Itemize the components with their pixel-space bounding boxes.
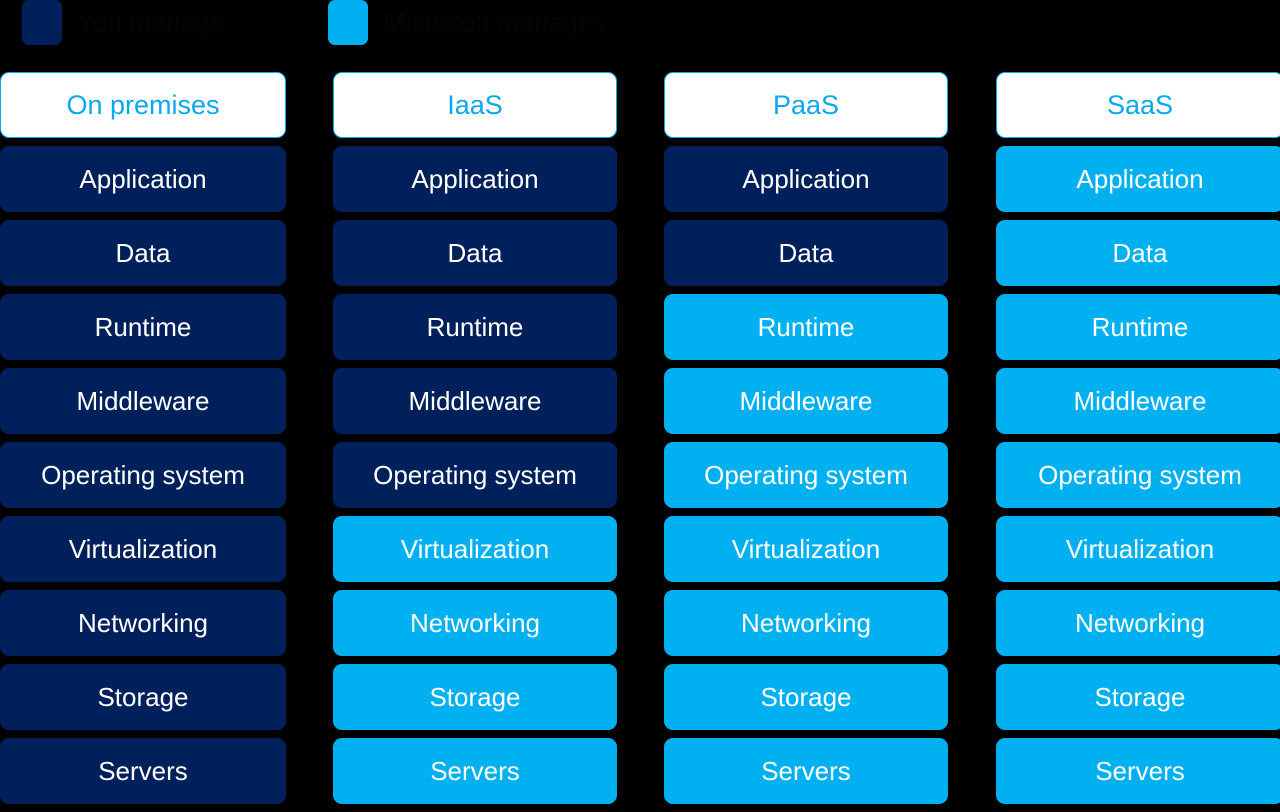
layer-label: Runtime xyxy=(1091,312,1189,342)
layer-label: Virtualization xyxy=(68,534,218,564)
layer-cell-data[interactable]: Data xyxy=(0,220,286,286)
layer-cell-networking[interactable]: Networking xyxy=(996,590,1280,656)
layer-cell-runtime[interactable]: Runtime xyxy=(664,294,948,360)
column-on-premises: On premises Application Data Runtime Mid… xyxy=(0,72,286,812)
layer-label: Runtime xyxy=(757,312,855,342)
service-model-columns: On premises Application Data Runtime Mid… xyxy=(0,72,1280,812)
layer-label: Middleware xyxy=(739,386,873,416)
column-saas: SaaS Application Data Runtime Middleware… xyxy=(996,72,1280,812)
layer-cell-operating-system[interactable]: Operating system xyxy=(0,442,286,508)
layer-cell-servers[interactable]: Servers xyxy=(333,738,617,804)
layer-cell-storage[interactable]: Storage xyxy=(0,664,286,730)
layer-label: Data xyxy=(1112,238,1168,268)
layer-label: Middleware xyxy=(408,386,542,416)
layer-cell-virtualization[interactable]: Virtualization xyxy=(664,516,948,582)
column-iaas: IaaS Application Data Runtime Middleware… xyxy=(333,72,617,812)
layer-cell-middleware[interactable]: Middleware xyxy=(996,368,1280,434)
layer-cell-runtime[interactable]: Runtime xyxy=(996,294,1280,360)
layer-label: Application xyxy=(79,164,207,194)
layer-cell-virtualization[interactable]: Virtualization xyxy=(333,516,617,582)
layer-cell-servers[interactable]: Servers xyxy=(0,738,286,804)
layer-label: Virtualization xyxy=(400,534,550,564)
layer-cell-application[interactable]: Application xyxy=(664,146,948,212)
cloud-responsibility-diagram: You manage Microsoft manages On premises… xyxy=(0,0,1280,805)
column-header-iaas[interactable]: IaaS xyxy=(333,72,617,138)
layer-label: Operating system xyxy=(373,460,577,490)
layer-cell-storage[interactable]: Storage xyxy=(996,664,1280,730)
layer-label: Networking xyxy=(1074,608,1206,638)
layer-label: Networking xyxy=(77,608,209,638)
legend-label-provider-manages: Microsoft manages xyxy=(384,7,606,37)
layer-cell-middleware[interactable]: Middleware xyxy=(664,368,948,434)
layer-label: Data xyxy=(447,238,503,268)
legend-label-you-manage: You manage xyxy=(78,7,225,37)
column-header-on-premises[interactable]: On premises xyxy=(0,72,286,138)
layer-cell-data[interactable]: Data xyxy=(996,220,1280,286)
legend-swatch-navy-icon xyxy=(22,0,62,45)
layer-label: Virtualization xyxy=(731,534,881,564)
layer-cell-virtualization[interactable]: Virtualization xyxy=(0,516,286,582)
layer-label: Storage xyxy=(1094,682,1186,712)
layer-cell-runtime[interactable]: Runtime xyxy=(0,294,286,360)
layer-cell-networking[interactable]: Networking xyxy=(664,590,948,656)
layer-cell-middleware[interactable]: Middleware xyxy=(0,368,286,434)
layer-label: Data xyxy=(115,238,171,268)
legend: You manage Microsoft manages xyxy=(0,0,1280,62)
layer-cell-operating-system[interactable]: Operating system xyxy=(333,442,617,508)
layer-cell-storage[interactable]: Storage xyxy=(664,664,948,730)
column-header-label: On premises xyxy=(66,89,220,120)
layer-cell-data[interactable]: Data xyxy=(333,220,617,286)
layer-label: Storage xyxy=(429,682,521,712)
layer-label: Servers xyxy=(1095,756,1185,786)
layer-label: Operating system xyxy=(41,460,245,490)
layer-label: Application xyxy=(1076,164,1204,194)
layer-cell-data[interactable]: Data xyxy=(664,220,948,286)
layer-cell-application[interactable]: Application xyxy=(0,146,286,212)
layer-cell-networking[interactable]: Networking xyxy=(333,590,617,656)
column-header-paas[interactable]: PaaS xyxy=(664,72,948,138)
layer-cell-servers[interactable]: Servers xyxy=(664,738,948,804)
layer-label: Runtime xyxy=(94,312,192,342)
legend-item-you-manage: You manage xyxy=(22,0,224,45)
column-paas: PaaS Application Data Runtime Middleware… xyxy=(664,72,948,812)
column-header-label: IaaS xyxy=(447,89,503,120)
layer-label: Middleware xyxy=(1073,386,1207,416)
layer-label: Storage xyxy=(97,682,189,712)
layer-cell-operating-system[interactable]: Operating system xyxy=(996,442,1280,508)
column-header-label: PaaS xyxy=(772,89,840,120)
legend-swatch-cyan-icon xyxy=(328,0,368,45)
layer-cell-middleware[interactable]: Middleware xyxy=(333,368,617,434)
layer-label: Servers xyxy=(98,756,188,786)
layer-cell-storage[interactable]: Storage xyxy=(333,664,617,730)
layer-cell-servers[interactable]: Servers xyxy=(996,738,1280,804)
layer-label: Middleware xyxy=(76,386,210,416)
layer-cell-virtualization[interactable]: Virtualization xyxy=(996,516,1280,582)
layer-cell-application[interactable]: Application xyxy=(996,146,1280,212)
layer-cell-runtime[interactable]: Runtime xyxy=(333,294,617,360)
layer-label: Storage xyxy=(760,682,852,712)
layer-cell-networking[interactable]: Networking xyxy=(0,590,286,656)
layer-label: Servers xyxy=(761,756,851,786)
layer-label: Networking xyxy=(409,608,541,638)
layer-label: Virtualization xyxy=(1065,534,1215,564)
layer-label: Application xyxy=(742,164,870,194)
layer-label: Operating system xyxy=(704,460,908,490)
column-header-saas[interactable]: SaaS xyxy=(996,72,1280,138)
layer-cell-application[interactable]: Application xyxy=(333,146,617,212)
legend-item-provider-manages: Microsoft manages xyxy=(328,0,605,45)
layer-label: Runtime xyxy=(426,312,524,342)
layer-label: Operating system xyxy=(1038,460,1242,490)
column-header-label: SaaS xyxy=(1106,89,1174,120)
layer-label: Data xyxy=(778,238,834,268)
layer-label: Servers xyxy=(430,756,520,786)
layer-label: Application xyxy=(411,164,539,194)
layer-cell-operating-system[interactable]: Operating system xyxy=(664,442,948,508)
layer-label: Networking xyxy=(740,608,872,638)
